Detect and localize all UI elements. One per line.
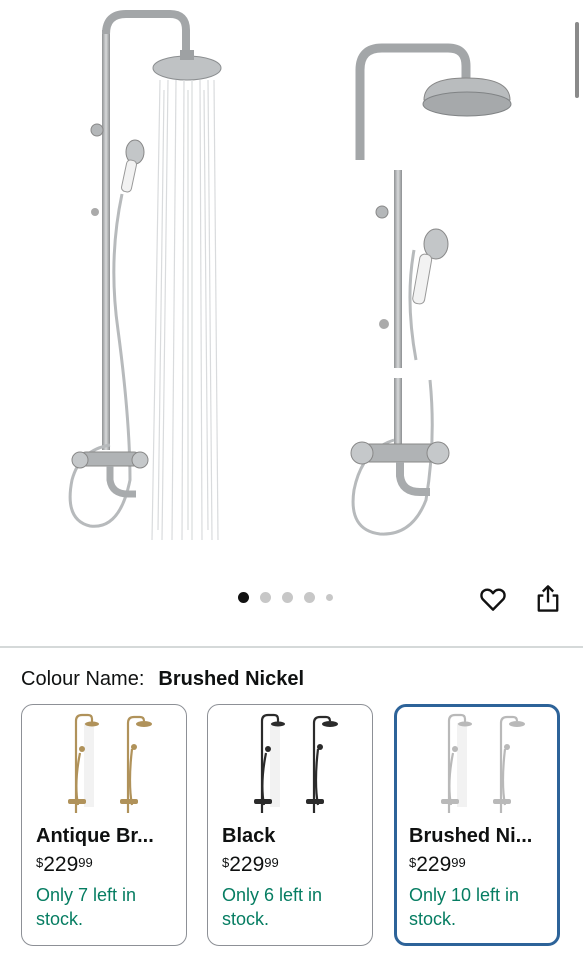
main-shower-illustration [68,10,222,541]
carousel-dot[interactable] [304,592,315,603]
add-to-wishlist-button[interactable] [477,583,509,615]
detail-shower-head [355,43,512,160]
variant-name: Brushed Ni... [409,825,533,847]
detail-handset [375,170,449,368]
variant-price: $229 99 [409,853,466,876]
shower-system-image [68,10,512,541]
variant-stock-status: Only 10 left in stock. [409,885,520,929]
variant-name: Antique Br... [36,825,154,847]
carousel-dot[interactable] [260,592,271,603]
product-image[interactable] [0,0,583,560]
share-icon [537,585,559,612]
image-carousel-dots[interactable] [238,592,333,603]
variant-price: $229 99 [36,853,93,876]
variant-name: Black [222,825,276,847]
variant-swatch-antique-brass[interactable]: Antique Br... $229 99 Only 7 left in stoc… [21,704,187,946]
scrollbar[interactable] [575,22,579,98]
colour-name-row: Colour Name: Brushed Nickel [21,668,304,691]
variant-swatch-black[interactable]: Black $229 99 Only 6 left in stock. [207,704,373,946]
colour-name-value: Brushed Nickel [158,668,304,690]
carousel-dot[interactable] [238,592,249,603]
carousel-dot[interactable] [282,592,293,603]
detail-mixer [350,378,450,536]
carousel-dot[interactable] [326,594,333,601]
variant-stock-status: Only 7 left in stock. [36,885,137,929]
section-divider [0,646,583,648]
variant-thumbnail [441,713,525,813]
variant-price: $229 99 [222,853,279,876]
variant-stock-status: Only 6 left in stock. [222,885,323,929]
variant-thumbnail [68,713,152,813]
share-button[interactable] [532,583,564,615]
variant-swatch-brushed-nickel[interactable]: Brushed Ni... $229 99 Only 10 left in sto… [394,704,560,946]
colour-name-label: Colour Name: [21,668,145,690]
heart-icon [480,588,506,611]
variant-thumbnail [254,713,338,813]
